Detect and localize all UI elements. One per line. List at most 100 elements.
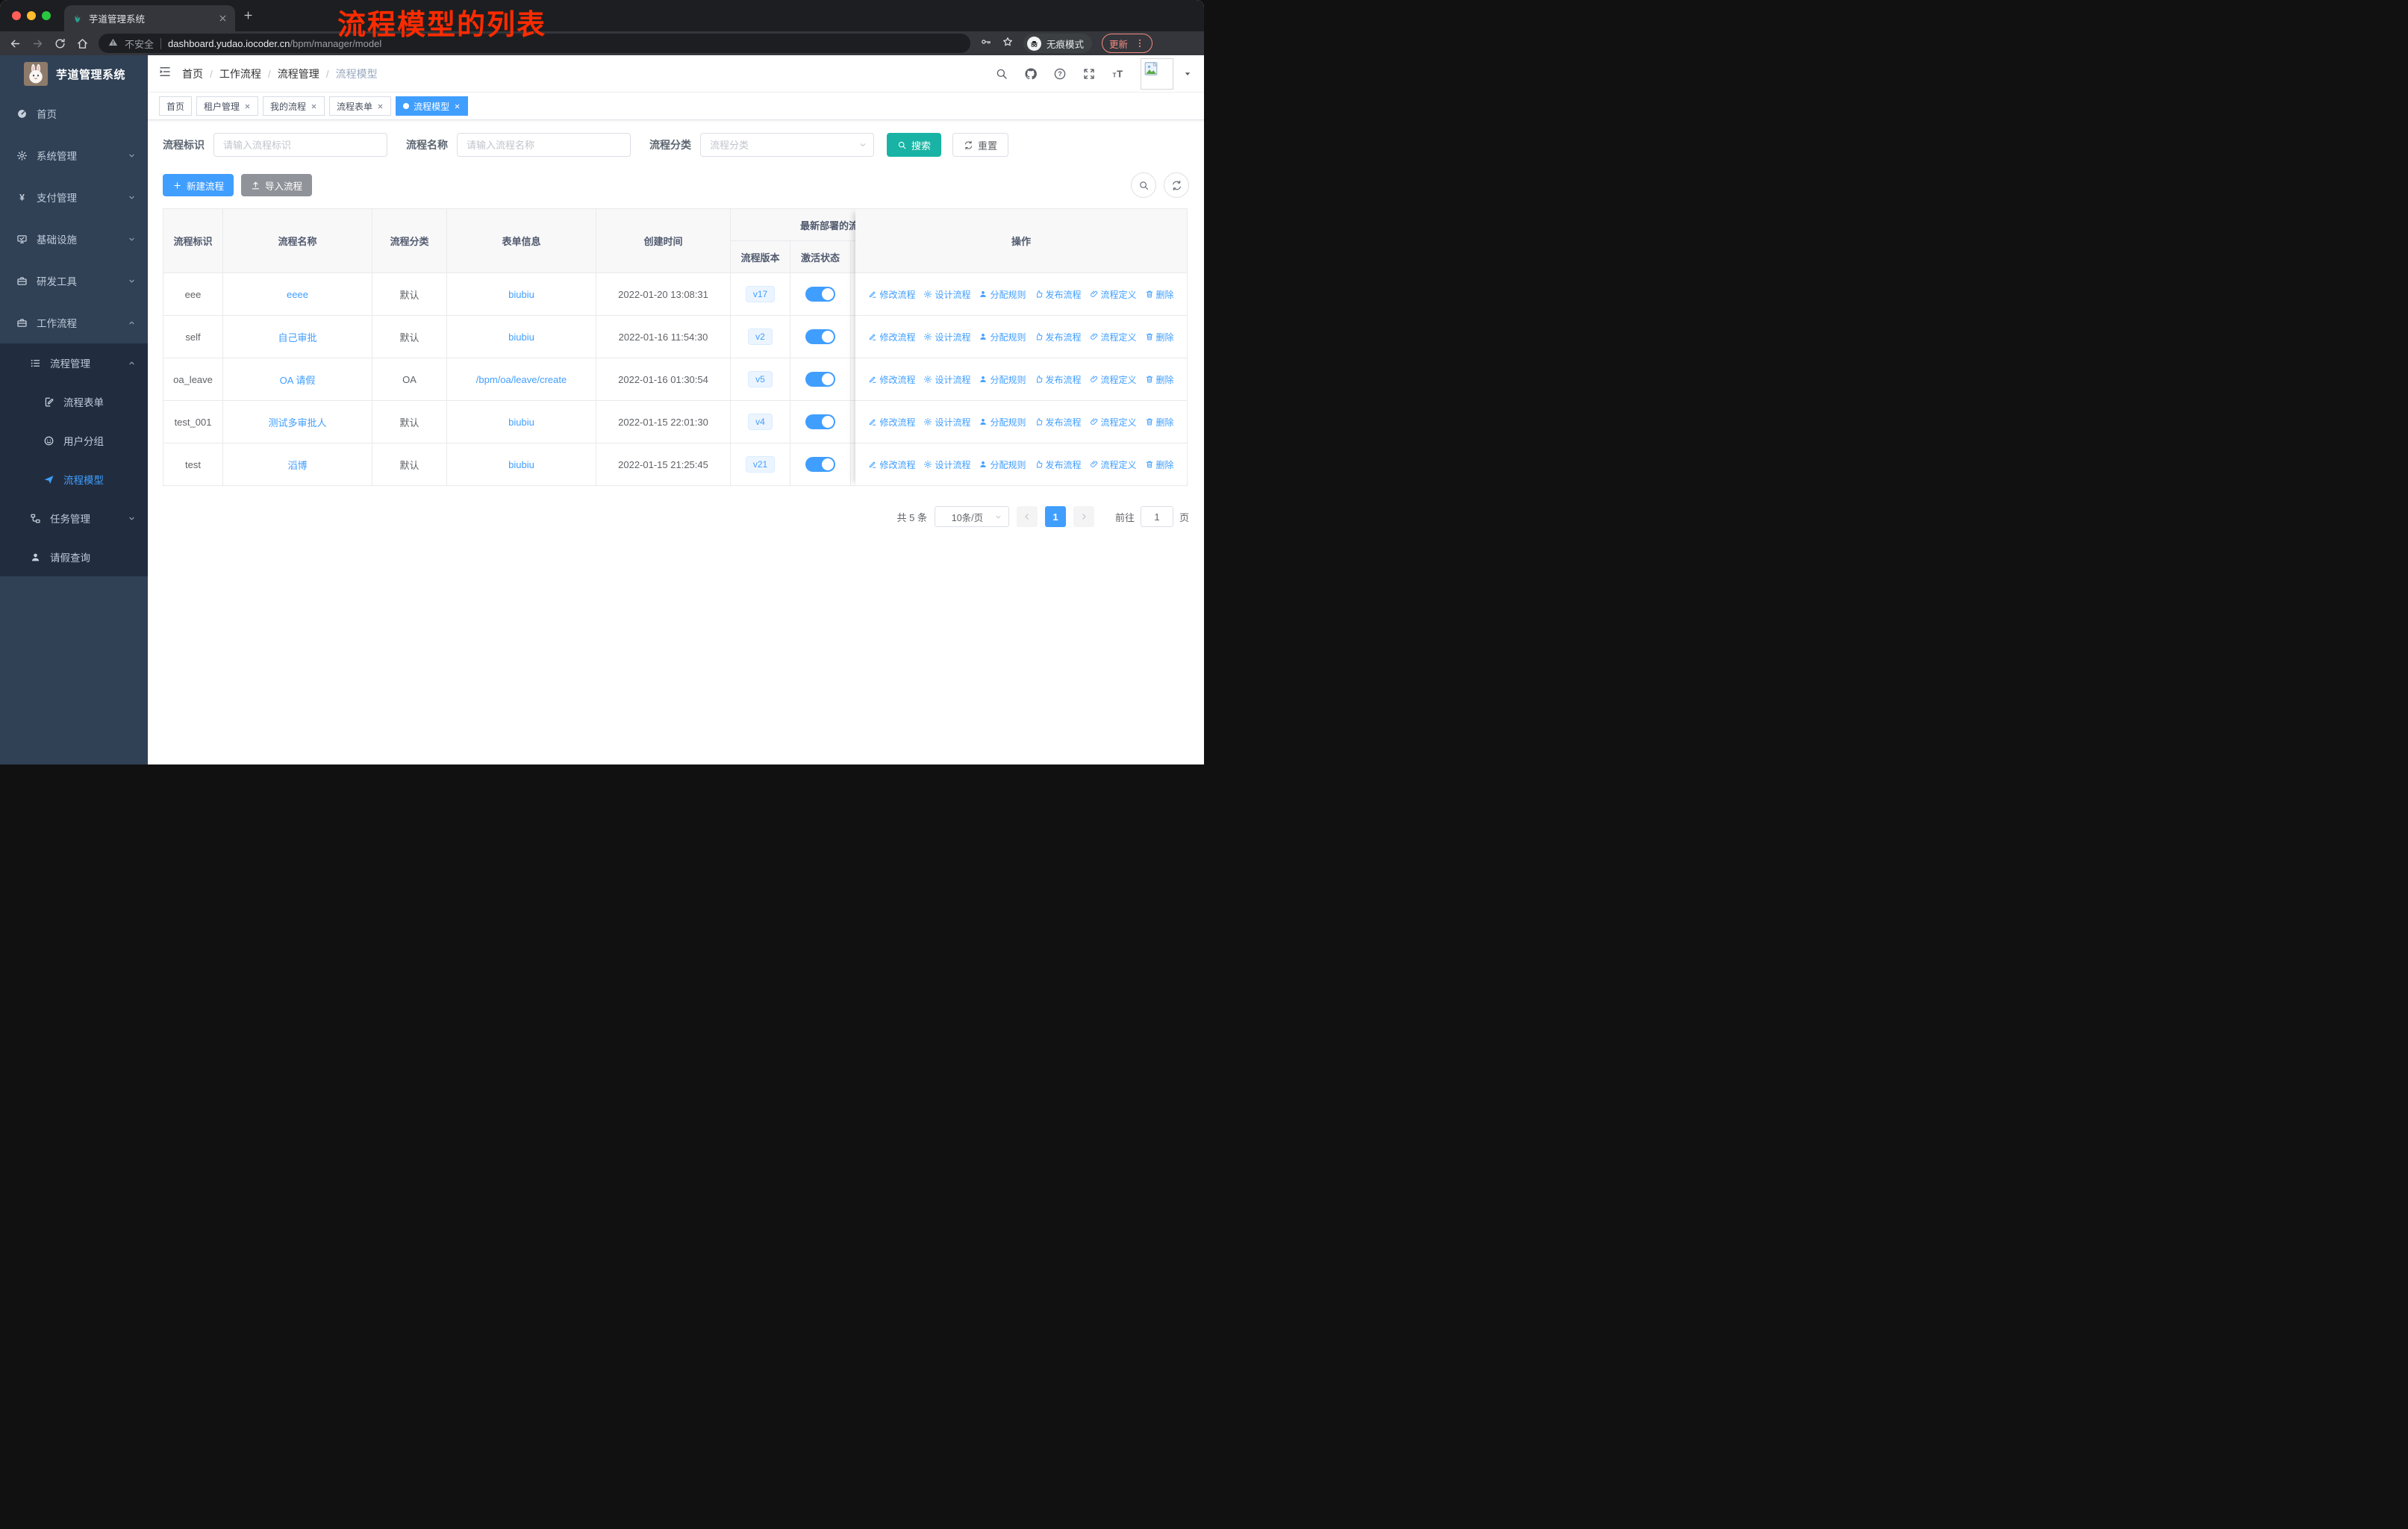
github-icon[interactable] [1024, 67, 1038, 81]
form-link[interactable]: biubiu [508, 417, 534, 428]
new-model-button[interactable]: 新建流程 [163, 174, 234, 196]
action-design-model[interactable]: 设计流程 [923, 458, 970, 471]
sidebar-item-payment[interactable]: 支付管理 [0, 176, 148, 218]
action-delete-model[interactable]: 删除 [1145, 331, 1174, 343]
breadcrumb-item[interactable]: 首页 [182, 66, 203, 81]
page-size-select[interactable]: 10条/页 [934, 506, 1009, 527]
action-process-definition[interactable]: 流程定义 [1090, 288, 1137, 301]
sidebar-item-home[interactable]: 首页 [0, 93, 148, 134]
browser-update-button[interactable]: 更新 [1102, 34, 1153, 53]
action-edit-model[interactable]: 修改流程 [868, 373, 915, 386]
tab-close-icon[interactable] [218, 13, 228, 23]
font-size-icon[interactable] [1111, 67, 1125, 81]
action-assign-rule[interactable]: 分配规则 [979, 373, 1026, 386]
breadcrumb-item[interactable]: 工作流程 [219, 66, 261, 81]
active-toggle[interactable] [805, 457, 835, 472]
action-process-definition[interactable]: 流程定义 [1090, 458, 1137, 471]
action-deploy-model[interactable]: 发布流程 [1035, 288, 1082, 301]
refresh-table-button[interactable] [1164, 172, 1189, 198]
model-name-link[interactable]: eeee [287, 289, 308, 300]
filter-id-input[interactable] [213, 133, 387, 157]
sidebar-item-task-mgmt[interactable]: 任务管理 [0, 499, 148, 538]
tag-chip-流程表单[interactable]: 流程表单 [329, 96, 392, 116]
page-number-1[interactable]: 1 [1044, 506, 1066, 527]
action-edit-model[interactable]: 修改流程 [868, 288, 915, 301]
sidebar-item-system[interactable]: 系统管理 [0, 134, 148, 176]
sidebar-item-infra[interactable]: 基础设施 [0, 218, 148, 260]
window-controls[interactable] [12, 11, 51, 20]
tag-chip-首页[interactable]: 首页 [159, 96, 193, 116]
model-name-link[interactable]: 滔博 [287, 458, 307, 472]
avatar-caret-icon[interactable] [1183, 69, 1192, 78]
sidebar-item-process-model[interactable]: 流程模型 [0, 460, 148, 499]
action-process-definition[interactable]: 流程定义 [1090, 331, 1137, 343]
form-link[interactable]: biubiu [508, 331, 534, 343]
toggle-search-button[interactable] [1131, 172, 1156, 198]
minimize-window-button[interactable] [27, 11, 36, 20]
model-name-link[interactable]: 测试多审批人 [268, 415, 326, 429]
action-deploy-model[interactable]: 发布流程 [1035, 458, 1082, 471]
action-delete-model[interactable]: 删除 [1145, 288, 1174, 301]
model-name-link[interactable]: OA 请假 [280, 373, 316, 387]
action-process-definition[interactable]: 流程定义 [1090, 416, 1137, 429]
close-window-button[interactable] [12, 11, 21, 20]
form-link[interactable]: /bpm/oa/leave/create [476, 374, 567, 385]
action-assign-rule[interactable]: 分配规则 [979, 331, 1026, 343]
forward-button[interactable] [31, 37, 44, 50]
form-link[interactable]: biubiu [508, 289, 534, 300]
filter-name-input[interactable] [457, 133, 631, 157]
action-design-model[interactable]: 设计流程 [923, 331, 970, 343]
next-page-button[interactable] [1073, 506, 1094, 527]
filter-category-select[interactable] [700, 133, 874, 157]
goto-page-input[interactable] [1140, 506, 1173, 527]
prev-page-button[interactable] [1016, 506, 1038, 527]
new-tab-button[interactable] [243, 10, 254, 25]
action-edit-model[interactable]: 修改流程 [868, 416, 915, 429]
action-deploy-model[interactable]: 发布流程 [1035, 373, 1082, 386]
tag-chip-我的流程[interactable]: 我的流程 [263, 96, 325, 116]
model-name-link[interactable]: 自己审批 [278, 330, 316, 344]
sidebar-item-devtools[interactable]: 研发工具 [0, 260, 148, 302]
sidebar-item-user-group[interactable]: 用户分组 [0, 421, 148, 460]
active-toggle[interactable] [805, 287, 835, 302]
zoom-window-button[interactable] [42, 11, 51, 20]
tag-chip-租户管理[interactable]: 租户管理 [196, 96, 259, 116]
security-warning-icon[interactable] [108, 37, 118, 49]
action-edit-model[interactable]: 修改流程 [868, 331, 915, 343]
action-deploy-model[interactable]: 发布流程 [1035, 416, 1082, 429]
password-key-icon[interactable] [980, 36, 992, 52]
action-assign-rule[interactable]: 分配规则 [979, 416, 1026, 429]
active-toggle[interactable] [805, 329, 835, 344]
action-edit-model[interactable]: 修改流程 [868, 458, 915, 471]
action-delete-model[interactable]: 删除 [1145, 458, 1174, 471]
active-toggle[interactable] [805, 372, 835, 387]
header-search-icon[interactable] [995, 67, 1008, 81]
form-link[interactable]: biubiu [508, 459, 534, 470]
help-icon[interactable] [1053, 67, 1067, 81]
reset-button[interactable]: 重置 [952, 133, 1009, 157]
action-design-model[interactable]: 设计流程 [923, 416, 970, 429]
sidebar-fold-icon[interactable] [158, 65, 172, 82]
action-delete-model[interactable]: 删除 [1145, 373, 1174, 386]
action-design-model[interactable]: 设计流程 [923, 288, 970, 301]
bookmark-star-icon[interactable] [1002, 36, 1014, 52]
reload-button[interactable] [54, 37, 66, 50]
sidebar-item-leave-query[interactable]: 请假查询 [0, 538, 148, 576]
search-button[interactable]: 搜索 [887, 133, 942, 157]
sidebar-item-process-mgmt[interactable]: 流程管理 [0, 343, 148, 382]
tag-chip-流程模型[interactable]: 流程模型 [396, 96, 469, 116]
breadcrumb-item[interactable]: 流程管理 [278, 66, 319, 81]
browser-menu-icon[interactable] [1135, 38, 1145, 49]
active-toggle[interactable] [805, 414, 835, 429]
browser-tab[interactable]: 芋道管理系统 [64, 5, 235, 31]
user-avatar[interactable] [1141, 57, 1173, 90]
sidebar-item-workflow[interactable]: 工作流程 [0, 302, 148, 343]
home-button[interactable] [76, 37, 89, 50]
fullscreen-icon[interactable] [1082, 67, 1096, 81]
sidebar-item-process-form[interactable]: 流程表单 [0, 382, 148, 421]
action-assign-rule[interactable]: 分配规则 [979, 458, 1026, 471]
action-delete-model[interactable]: 删除 [1145, 416, 1174, 429]
back-button[interactable] [9, 37, 22, 50]
action-deploy-model[interactable]: 发布流程 [1035, 331, 1082, 343]
action-design-model[interactable]: 设计流程 [923, 373, 970, 386]
